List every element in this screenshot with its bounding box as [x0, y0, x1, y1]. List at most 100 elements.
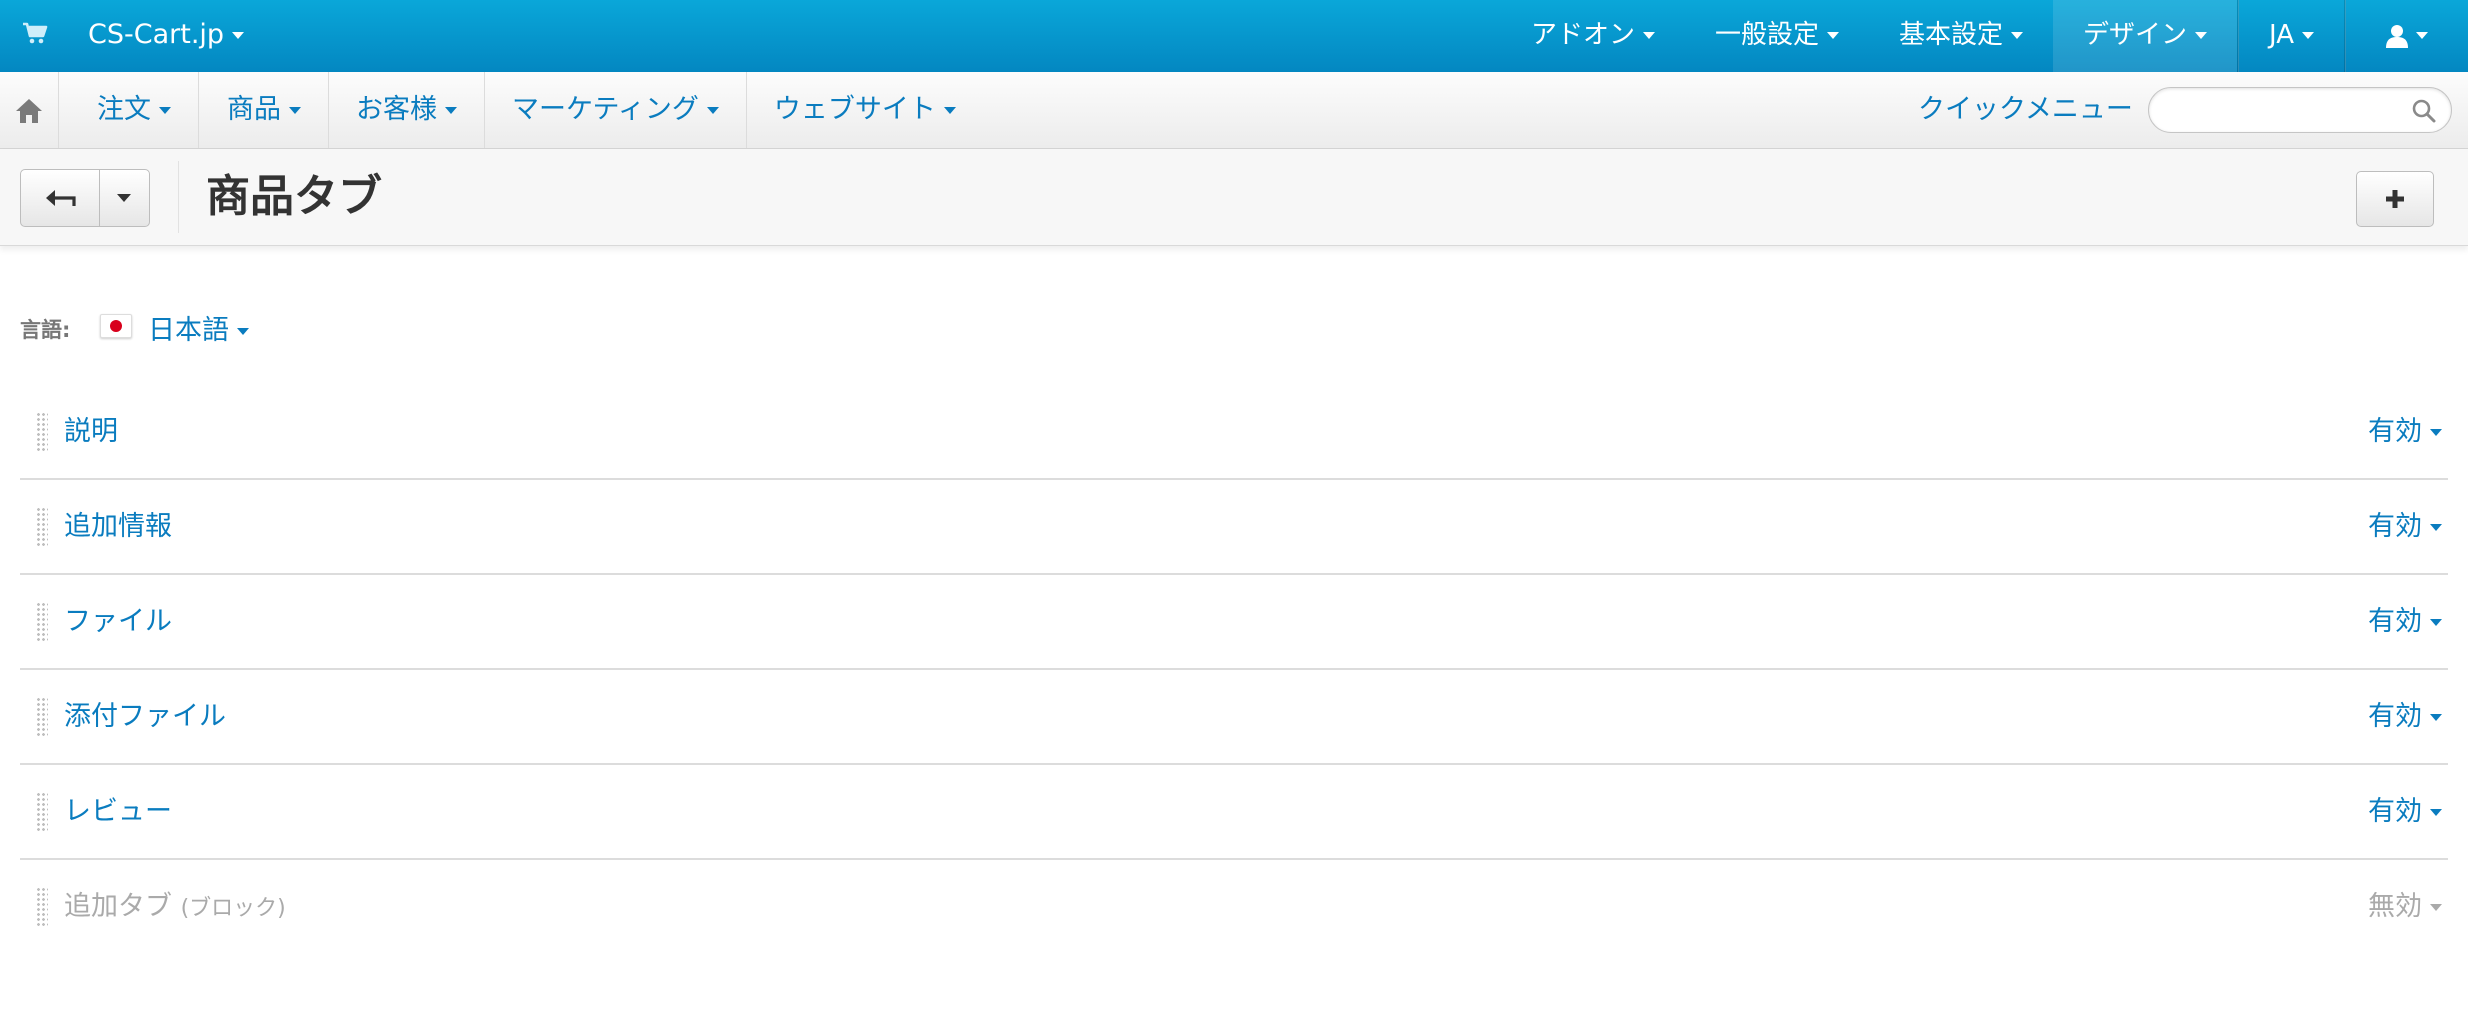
nav-marketing-label: マーケティング — [512, 94, 699, 125]
chevron-down-icon — [2430, 904, 2442, 911]
menu-addons-label: アドオン — [1530, 20, 1635, 50]
drag-handle-icon[interactable] — [36, 507, 48, 547]
list-item: 説明 有効 — [20, 385, 2448, 480]
language-value: 日本語 — [148, 315, 229, 346]
tab-name: 追加情報 — [64, 511, 172, 542]
chevron-down-icon — [237, 328, 249, 335]
nav-customers-label: お客様 — [356, 94, 437, 125]
drag-handle-icon[interactable] — [36, 792, 48, 832]
chevron-down-icon — [2430, 429, 2442, 436]
page-toolbar: 商品タブ — [0, 149, 2468, 246]
tab-name-link[interactable]: ファイル — [64, 599, 172, 638]
top-bar: CS-Cart.jp アドオン 一般設定 基本設定 デザイン JA — [0, 0, 2468, 74]
search-input[interactable] — [2167, 94, 2401, 126]
tab-name: レビュー — [64, 796, 172, 827]
tab-type-label: (ブロック) — [180, 896, 286, 921]
menu-design[interactable]: デザイン — [2052, 0, 2237, 72]
back-arrow-icon — [46, 190, 76, 206]
product-tabs-list: 説明 有効 追加情報 有効 ファイル 有効 添付ファイル 有効 レビュー 有効 … — [20, 385, 2448, 953]
drag-handle-icon[interactable] — [36, 697, 48, 737]
status-dropdown[interactable]: 有効 — [2368, 694, 2442, 733]
chevron-down-icon — [2430, 714, 2442, 721]
main-nav: 注文 商品 お客様 マーケティング ウェブサイト クイックメニュー — [0, 72, 2468, 149]
status-label: 有効 — [2368, 701, 2422, 732]
chevron-down-icon — [159, 107, 171, 114]
chevron-down-icon — [2430, 619, 2442, 626]
drag-handle-icon[interactable] — [36, 887, 48, 927]
cart-icon[interactable] — [20, 18, 50, 48]
tab-name-link[interactable]: 追加情報 — [64, 504, 172, 543]
tab-name: ファイル — [64, 606, 172, 637]
menu-addons[interactable]: アドオン — [1501, 0, 1685, 72]
status-label: 有効 — [2368, 416, 2422, 447]
search-box — [2148, 87, 2452, 133]
user-icon — [2386, 24, 2408, 48]
chevron-down-icon — [2430, 809, 2442, 816]
tab-name-link[interactable]: レビュー — [64, 789, 172, 828]
quick-menu-link[interactable]: クイックメニュー — [1918, 72, 2133, 148]
nav-website[interactable]: ウェブサイト — [747, 72, 983, 148]
home-icon — [16, 99, 42, 123]
nav-marketing[interactable]: マーケティング — [485, 72, 747, 148]
status-dropdown[interactable]: 無効 — [2368, 884, 2442, 923]
add-tab-button[interactable] — [2356, 171, 2434, 227]
back-button[interactable] — [21, 170, 100, 226]
menu-basic-settings-label: 基本設定 — [1898, 20, 2003, 50]
search-icon[interactable] — [2411, 98, 2437, 124]
tab-name: 説明 — [64, 416, 118, 447]
list-item: 追加情報 有効 — [20, 480, 2448, 575]
chevron-down-icon — [117, 194, 131, 202]
plus-icon — [2386, 190, 2404, 208]
chevron-down-icon — [2416, 32, 2428, 39]
menu-language-label: JA — [2269, 20, 2294, 50]
menu-design-label: デザイン — [2082, 20, 2187, 50]
status-dropdown[interactable]: 有効 — [2368, 789, 2442, 828]
list-item: レビュー 有効 — [20, 765, 2448, 860]
tab-name-link[interactable]: 追加タブ (ブロック) — [64, 884, 286, 923]
back-button-group — [20, 169, 150, 227]
japan-flag-icon — [100, 314, 132, 338]
chevron-down-icon — [2302, 32, 2314, 39]
top-menu: アドオン 一般設定 基本設定 デザイン JA — [1501, 0, 2468, 72]
chevron-down-icon — [943, 107, 956, 114]
menu-basic-settings[interactable]: 基本設定 — [1869, 0, 2053, 72]
nav-products-label: 商品 — [227, 94, 281, 125]
language-label: 言語: — [20, 318, 71, 342]
status-dropdown[interactable]: 有効 — [2368, 599, 2442, 638]
nav-website-label: ウェブサイト — [773, 94, 936, 125]
tab-name-link[interactable]: 説明 — [64, 409, 118, 448]
list-item: ファイル 有効 — [20, 575, 2448, 670]
language-dropdown[interactable]: 日本語 — [148, 308, 249, 347]
store-name: CS-Cart.jp — [88, 19, 225, 50]
menu-general-settings-label: 一般設定 — [1714, 20, 1819, 50]
store-selector[interactable]: CS-Cart.jp — [88, 0, 245, 70]
chevron-down-icon — [2010, 32, 2023, 39]
nav-products[interactable]: 商品 — [199, 72, 329, 148]
menu-general-settings[interactable]: 一般設定 — [1685, 0, 1869, 72]
list-item: 追加タブ (ブロック) 無効 — [20, 860, 2448, 953]
chevron-down-icon — [2430, 524, 2442, 531]
page-title: 商品タブ — [206, 171, 382, 222]
chevron-down-icon — [2195, 32, 2207, 39]
menu-language[interactable]: JA — [2239, 0, 2344, 72]
nav-orders-label: 注文 — [97, 94, 151, 125]
nav-customers[interactable]: お客様 — [329, 72, 485, 148]
home-button[interactable] — [0, 72, 59, 148]
back-dropdown-button[interactable] — [100, 170, 149, 226]
tab-name: 追加タブ — [64, 891, 172, 922]
nav-orders[interactable]: 注文 — [58, 72, 199, 148]
tab-name: 添付ファイル — [64, 701, 226, 732]
drag-handle-icon[interactable] — [36, 602, 48, 642]
tab-name-link[interactable]: 添付ファイル — [64, 694, 226, 733]
chevron-down-icon — [1642, 32, 1655, 39]
chevron-down-icon — [445, 107, 457, 114]
user-menu[interactable] — [2346, 0, 2468, 72]
chevron-down-icon — [289, 107, 301, 114]
status-dropdown[interactable]: 有効 — [2368, 409, 2442, 448]
toolbar-divider — [178, 161, 179, 233]
chevron-down-icon — [706, 107, 719, 114]
drag-handle-icon[interactable] — [36, 412, 48, 452]
status-dropdown[interactable]: 有効 — [2368, 504, 2442, 543]
status-label: 有効 — [2368, 511, 2422, 542]
chevron-down-icon — [232, 32, 245, 39]
